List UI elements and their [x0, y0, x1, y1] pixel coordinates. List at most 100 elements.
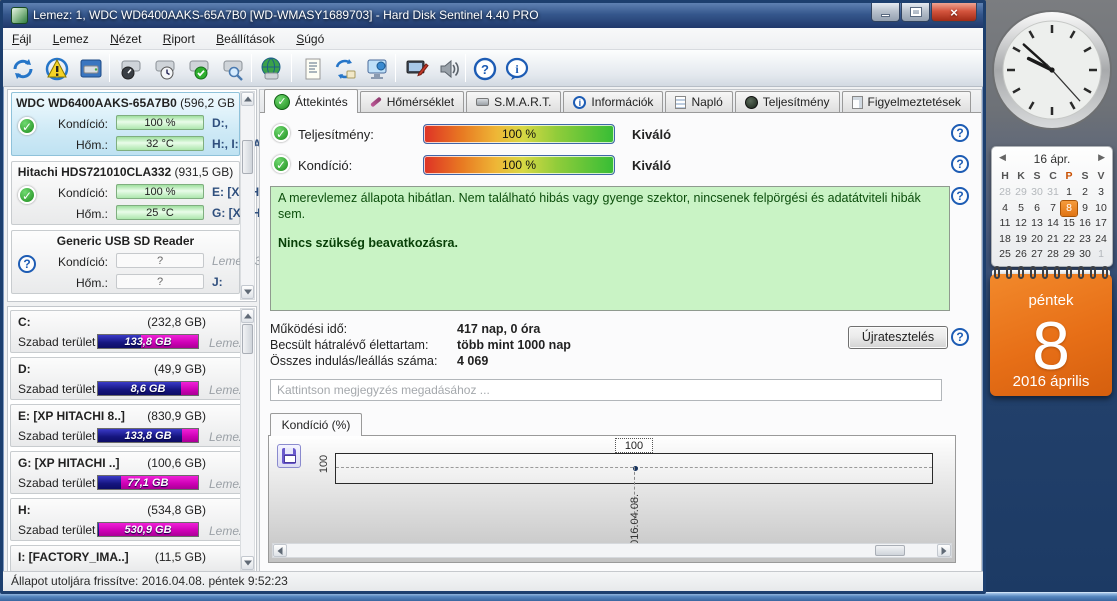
save-chart-icon[interactable] — [277, 444, 301, 468]
sync-icon[interactable] — [331, 55, 358, 82]
calendar-day[interactable]: 10 — [1093, 201, 1109, 217]
minimize-button[interactable] — [871, 3, 900, 22]
help-icon[interactable]: ? — [471, 55, 498, 82]
calendar-day[interactable]: 25 — [997, 247, 1013, 263]
disk-search-icon[interactable] — [219, 55, 246, 82]
calendar-next-icon[interactable]: ▶ — [1098, 152, 1105, 163]
sound-icon[interactable] — [435, 55, 462, 82]
remote-monitor-icon[interactable] — [363, 55, 390, 82]
calendar-day[interactable]: 19 — [1013, 232, 1029, 248]
calendar-day[interactable]: 14 — [1045, 216, 1061, 232]
calendar-day[interactable]: 4 — [997, 201, 1013, 217]
menu-nezet[interactable]: Nézet — [101, 28, 150, 50]
partition-item-h[interactable]: H: (534,8 GB) Szabad terület 530,9 GB Lem… — [10, 498, 243, 541]
disk-gauge-icon[interactable] — [117, 55, 144, 82]
calendar-day[interactable]: 17 — [1093, 216, 1109, 232]
retest-button[interactable]: Újratesztelés — [848, 326, 948, 349]
disk-list-scrollbar[interactable] — [240, 91, 255, 300]
calendar-day[interactable]: 28 — [1045, 247, 1061, 263]
calendar-day[interactable]: 16 — [1077, 216, 1093, 232]
menu-fajl[interactable]: Fájl — [3, 28, 40, 50]
scroll-up-icon[interactable] — [241, 92, 254, 106]
calendar-day[interactable]: 7 — [1045, 201, 1061, 217]
desktop-edit-icon[interactable] — [403, 55, 430, 82]
datepage-gadget: péntek 8 2016 április — [988, 266, 1114, 400]
help-icon[interactable]: ? — [951, 155, 969, 173]
chart-tab-kondicio[interactable]: Kondíció (%) — [270, 413, 362, 436]
calendar-day[interactable]: 20 — [1029, 232, 1045, 248]
comment-input[interactable] — [270, 379, 942, 401]
info-icon[interactable]: i — [503, 55, 530, 82]
scrollbar-thumb[interactable] — [242, 140, 253, 174]
menu-riport[interactable]: Riport — [154, 28, 204, 50]
scroll-down-icon[interactable] — [241, 285, 254, 299]
disk-item-wdc[interactable]: WDC WD6400AAKS-65A7B0 (596,2 GB ✓ Kondíc… — [11, 92, 261, 156]
refresh-icon[interactable] — [9, 55, 36, 82]
disk-monitor-icon[interactable] — [77, 55, 104, 82]
maximize-button[interactable] — [901, 3, 930, 22]
calendar-day[interactable]: 29 — [1061, 247, 1077, 263]
calendar-day-selected[interactable]: 8 — [1060, 199, 1078, 217]
scrollbar-thumb[interactable] — [875, 545, 905, 556]
calendar-day[interactable]: 5 — [1013, 201, 1029, 217]
close-button[interactable]: × — [931, 3, 977, 22]
calendar-day[interactable]: 11 — [997, 216, 1013, 232]
report-icon[interactable] — [299, 55, 326, 82]
calendar-day[interactable]: 2 — [1077, 185, 1093, 201]
scroll-right-icon[interactable] — [937, 544, 951, 557]
tab-attekintes[interactable]: ✓ Áttekintés — [264, 89, 358, 113]
titlebar[interactable]: Lemez: 1, WDC WD6400AAKS-65A7B0 [WD-WMAS… — [3, 3, 983, 28]
help-icon[interactable]: ? — [951, 187, 969, 205]
disk-clock-icon[interactable] — [151, 55, 178, 82]
tab-informaciok[interactable]: i Információk — [563, 91, 664, 112]
partition-list-scrollbar[interactable] — [240, 308, 255, 571]
calendar-day[interactable]: 6 — [1029, 201, 1045, 217]
calendar-day[interactable]: 26 — [1013, 247, 1029, 263]
tab-teljesitmeny[interactable]: Teljesítmény — [734, 91, 840, 112]
calendar-day[interactable]: 15 — [1061, 216, 1077, 232]
menu-beallitasok[interactable]: Beállítások — [207, 28, 284, 50]
alert-test-icon[interactable] — [43, 55, 70, 82]
calendar-day[interactable]: 21 — [1045, 232, 1061, 248]
calendar-day[interactable]: 1 — [1093, 247, 1109, 263]
calendar-day[interactable]: 13 — [1029, 216, 1045, 232]
calendar-day[interactable]: 28 — [997, 185, 1013, 201]
calendar-day[interactable]: 1 — [1061, 185, 1077, 201]
calendar-day[interactable]: 24 — [1093, 232, 1109, 248]
network-drive-icon[interactable] — [257, 55, 284, 82]
calendar-day[interactable]: 31 — [1045, 185, 1061, 201]
health-advice-text: Nincs szükség beavatkozásra. — [278, 236, 458, 251]
partition-item-e[interactable]: E: [XP HITACHI 8..] (830,9 GB) Szabad ter… — [10, 404, 243, 447]
datepage-weekday: péntek — [1028, 292, 1074, 309]
calendar-day[interactable]: 18 — [997, 232, 1013, 248]
tab-figyelmeztetesek[interactable]: Figyelmeztetések — [841, 91, 971, 112]
help-icon[interactable]: ? — [951, 124, 969, 142]
calendar-day[interactable]: 29 — [1013, 185, 1029, 201]
help-icon[interactable]: ? — [951, 328, 969, 346]
partition-item-g[interactable]: G: [XP HITACHI ..] (100,6 GB) Szabad terü… — [10, 451, 243, 494]
calendar-day[interactable]: 12 — [1013, 216, 1029, 232]
tab-homerseklet[interactable]: Hőmérséklet — [359, 91, 465, 112]
calendar-day[interactable]: 22 — [1061, 232, 1077, 248]
calendar-day[interactable]: 9 — [1077, 201, 1093, 217]
menu-lemez[interactable]: Lemez — [44, 28, 98, 50]
scroll-left-icon[interactable] — [273, 544, 287, 557]
calendar-day[interactable]: 30 — [1029, 185, 1045, 201]
calendar-day[interactable]: 30 — [1077, 247, 1093, 263]
disk-ok-icon[interactable] — [185, 55, 212, 82]
chart-scrollbar[interactable] — [272, 543, 952, 558]
partition-item-d[interactable]: D:(49,9 GB) Szabad terület 8,6 GB Lemez: — [10, 357, 243, 400]
partition-item-c[interactable]: C: (232,8 GB) Szabad terület 133,8 GB Lem… — [10, 310, 243, 353]
disk-item-hitachi[interactable]: Hitachi HDS721010CLA332 (931,5 GB) ✓ Kon… — [11, 161, 260, 225]
menu-sugo[interactable]: Súgó — [287, 28, 333, 50]
scroll-down-icon[interactable] — [241, 556, 254, 570]
scrollbar-thumb[interactable] — [242, 324, 253, 354]
partition-item-i[interactable]: I: [FACTORY_IMA..] (11,5 GB) — [10, 545, 243, 572]
calendar-day[interactable]: 27 — [1029, 247, 1045, 263]
calendar-day[interactable]: 23 — [1077, 232, 1093, 248]
tab-naplo[interactable]: Napló — [665, 91, 733, 112]
calendar-day[interactable]: 3 — [1093, 185, 1109, 201]
scroll-up-icon[interactable] — [241, 309, 254, 323]
disk-item-usb-reader[interactable]: Generic USB SD Reader ? Kondíció: ? Leme… — [11, 230, 261, 294]
tab-smart[interactable]: S.M.A.R.T. — [466, 91, 562, 112]
